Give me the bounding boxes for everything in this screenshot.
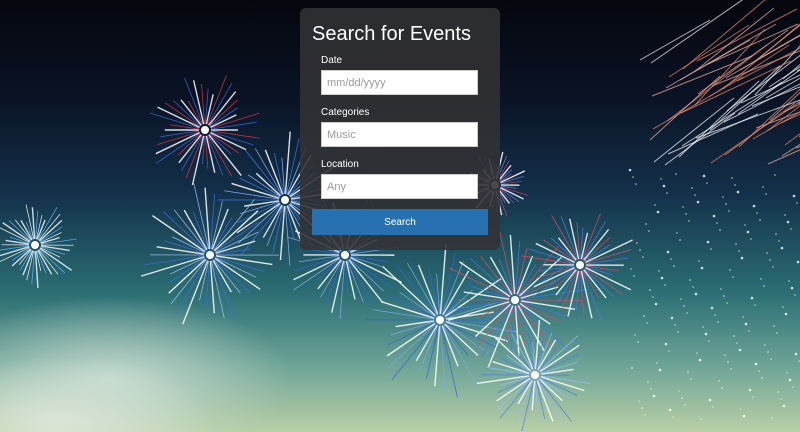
search-events-panel: Search for Events Date Categories Locati…	[300, 8, 500, 250]
firework-burst	[476, 319, 591, 432]
categories-label: Categories	[321, 107, 370, 118]
firework-streaks	[639, 0, 800, 166]
firework-burst	[365, 244, 517, 398]
date-input[interactable]	[321, 70, 478, 95]
search-button[interactable]: Search	[312, 209, 488, 235]
firework-sparkles	[628, 168, 800, 420]
categories-input[interactable]	[321, 122, 478, 147]
date-field-group: Date	[321, 55, 478, 95]
firework-burst	[521, 213, 633, 321]
location-input[interactable]	[321, 174, 478, 199]
firework-burst	[0, 204, 77, 289]
panel-title: Search for Events	[312, 23, 471, 45]
categories-field-group: Categories	[321, 107, 478, 147]
location-label: Location	[321, 159, 359, 170]
firework-burst	[149, 75, 260, 186]
location-field-group: Location	[321, 159, 478, 199]
date-label: Date	[321, 55, 343, 66]
